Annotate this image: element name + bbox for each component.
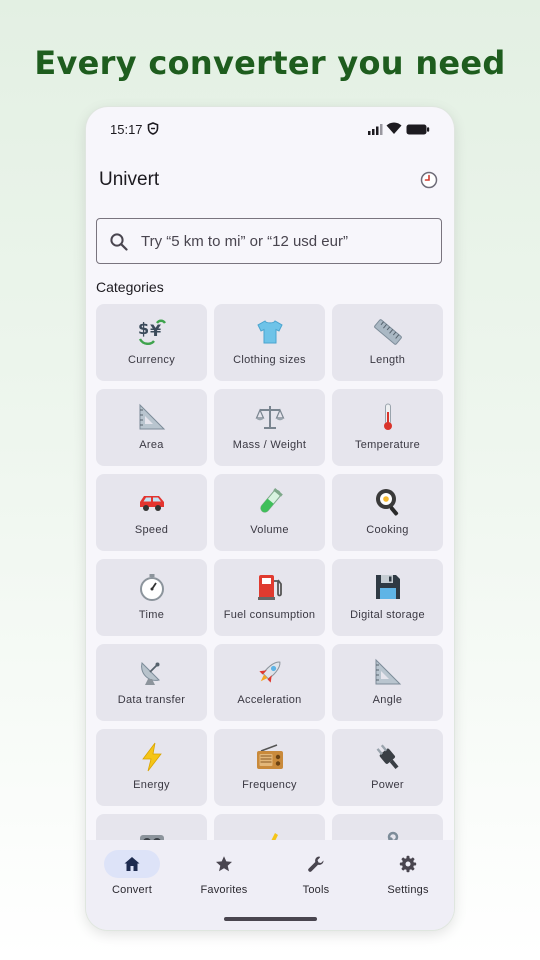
frying-pan-icon	[332, 487, 443, 517]
svg-text:$: $	[138, 319, 149, 338]
nav-label: Favorites	[200, 884, 248, 896]
categories-heading: Categories	[96, 279, 164, 295]
shield-icon	[147, 122, 159, 135]
svg-text:¥: ¥	[150, 321, 161, 340]
nav-label: Tools	[302, 884, 330, 896]
nav-label: Convert	[112, 884, 152, 896]
category-tile-currency[interactable]: $ ¥ Currency	[96, 304, 207, 381]
category-label: Time	[138, 609, 165, 621]
category-tile-time[interactable]: Time	[96, 559, 207, 636]
clock-icon[interactable]	[420, 171, 438, 189]
category-label: Digital storage	[350, 609, 425, 621]
nav-tools[interactable]: Tools	[270, 840, 362, 910]
category-tile-fuel-consumption[interactable]: Fuel consumption	[214, 559, 325, 636]
car-icon	[96, 487, 207, 517]
home-icon	[124, 857, 140, 871]
category-tile-energy[interactable]: Energy	[96, 729, 207, 806]
category-tile-data-transfer[interactable]: Data transfer	[96, 644, 207, 721]
category-tile-mass-weight[interactable]: Mass / Weight	[214, 389, 325, 466]
nav-indicator	[288, 850, 344, 878]
bottom-navigation: Convert Favorites Tools Settings	[86, 840, 454, 930]
search-field[interactable]	[96, 218, 442, 264]
category-label: Area	[139, 439, 164, 451]
category-label: Acceleration	[237, 694, 302, 706]
category-label: Currency	[127, 354, 176, 366]
category-label: Clothing sizes	[233, 354, 306, 366]
nav-favorites[interactable]: Favorites	[178, 840, 270, 910]
lightning-icon	[96, 742, 207, 772]
category-tile-power[interactable]: Power	[332, 729, 443, 806]
category-tile-frequency[interactable]: Frequency	[214, 729, 325, 806]
tshirt-icon	[214, 317, 325, 347]
floppy-disk-icon	[332, 572, 443, 602]
app-title: Univert	[99, 169, 160, 190]
wrench-icon	[308, 856, 324, 872]
nav-indicator	[380, 850, 436, 878]
radio-icon	[214, 742, 325, 772]
category-label: Energy	[133, 779, 170, 791]
rocket-icon	[214, 657, 325, 687]
cell-signal-icon	[368, 124, 383, 135]
nav-indicator	[104, 850, 160, 878]
category-label: Volume	[250, 524, 289, 536]
category-tile-angle[interactable]: Angle	[332, 644, 443, 721]
currency-exchange-icon: $ ¥	[96, 317, 207, 347]
search-icon	[110, 233, 128, 251]
nav-settings[interactable]: Settings	[362, 840, 454, 910]
wifi-icon	[386, 122, 402, 134]
category-tile-digital-storage[interactable]: Digital storage	[332, 559, 443, 636]
status-bar: 15:17	[86, 107, 454, 151]
satellite-dish-icon	[96, 657, 207, 687]
category-label: Fuel consumption	[223, 609, 316, 621]
category-tile-speed[interactable]: Speed	[96, 474, 207, 551]
status-time: 15:17	[110, 122, 143, 137]
nav-convert[interactable]: Convert	[86, 840, 178, 910]
electric-plug-icon	[332, 742, 443, 772]
balance-scale-icon	[214, 402, 325, 432]
category-tile-clothing-sizes[interactable]: Clothing sizes	[214, 304, 325, 381]
category-label: Length	[369, 354, 406, 366]
category-label: Mass / Weight	[232, 439, 307, 451]
category-tile-acceleration[interactable]: Acceleration	[214, 644, 325, 721]
promo-headline: Every converter you need	[34, 44, 506, 82]
ruler-icon	[332, 317, 443, 347]
test-tube-icon	[214, 487, 325, 517]
battery-icon	[406, 124, 430, 135]
category-label: Temperature	[354, 439, 421, 451]
search-input[interactable]	[141, 219, 431, 263]
gear-icon	[399, 855, 417, 873]
category-tile-volume[interactable]: Volume	[214, 474, 325, 551]
category-label: Speed	[134, 524, 169, 536]
star-icon	[216, 856, 232, 872]
triangular-ruler-icon	[96, 402, 207, 432]
category-tile-area[interactable]: Area	[96, 389, 207, 466]
fuel-pump-icon	[214, 572, 325, 602]
phone-screen: 15:17 Univert Categories	[86, 107, 454, 930]
thermometer-icon	[332, 402, 443, 432]
category-tile-cooking[interactable]: Cooking	[332, 474, 443, 551]
category-label: Frequency	[242, 779, 297, 791]
triangular-ruler-icon	[332, 657, 443, 687]
nav-label: Settings	[387, 884, 429, 896]
category-label: Angle	[372, 694, 403, 706]
category-label: Data transfer	[117, 694, 186, 706]
category-label: Power	[371, 779, 404, 791]
category-label: Cooking	[366, 524, 409, 536]
nav-indicator	[196, 850, 252, 878]
category-grid: $ ¥ Currency Clothing sizes Length Area …	[96, 304, 444, 891]
category-tile-temperature[interactable]: Temperature	[332, 389, 443, 466]
home-indicator[interactable]	[224, 917, 317, 921]
stopwatch-icon	[96, 572, 207, 602]
category-tile-length[interactable]: Length	[332, 304, 443, 381]
